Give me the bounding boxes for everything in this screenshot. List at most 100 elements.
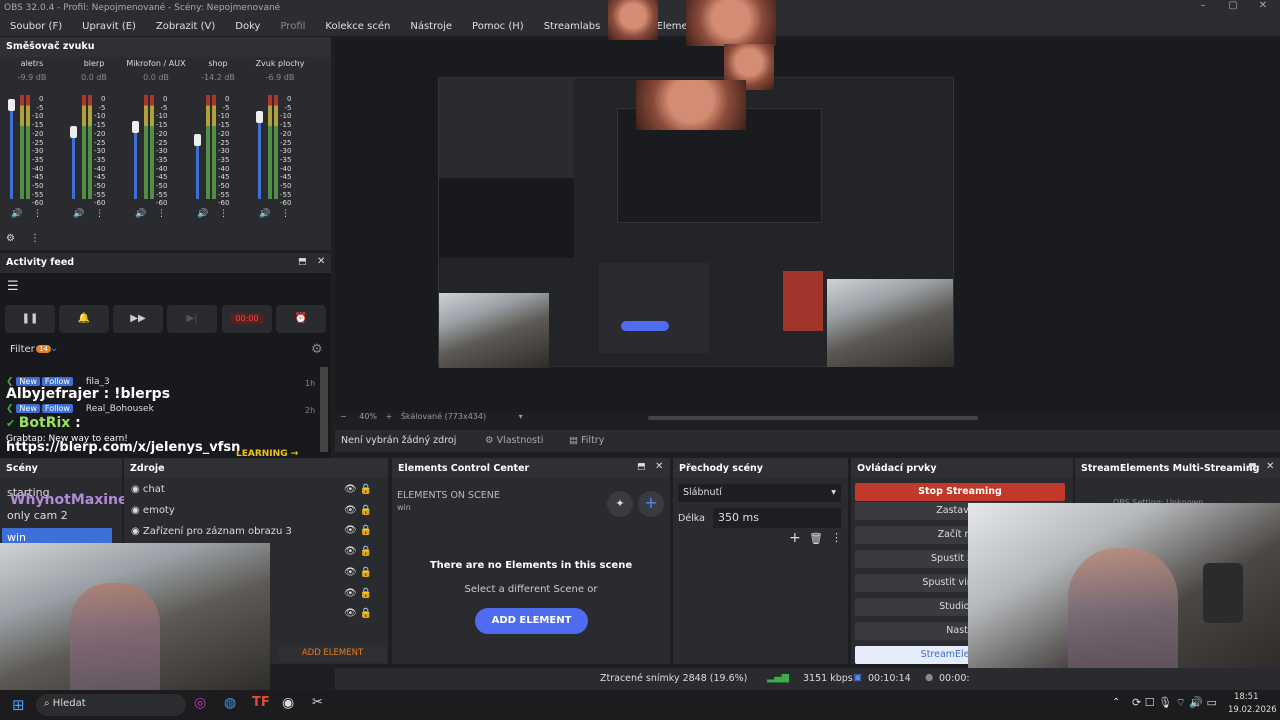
scene-item[interactable]: only cam 2: [7, 509, 68, 522]
chevron-down-icon[interactable]: ⌄: [50, 343, 58, 354]
duration-input[interactable]: 350 ms: [713, 508, 841, 528]
mute-icon[interactable]: 🔊: [11, 209, 22, 219]
skip-button[interactable]: ▶▶: [113, 305, 163, 333]
gear-icon[interactable]: ⚙: [311, 342, 323, 357]
lock-icon[interactable]: 🔒: [360, 505, 372, 516]
undock-icon[interactable]: ⬒: [1248, 462, 1257, 472]
fader-knob[interactable]: [8, 99, 15, 112]
windows-start-icon[interactable]: ⊞: [12, 696, 25, 714]
close-dock-icon[interactable]: ✕: [655, 461, 663, 472]
trash-icon[interactable]: 🗑: [809, 532, 823, 545]
volume-fader[interactable]: [134, 127, 137, 199]
volume-fader[interactable]: [258, 116, 261, 199]
zoom-out-icon[interactable]: −: [340, 412, 347, 421]
app-icon-5[interactable]: ✂: [312, 695, 323, 710]
maximize-icon[interactable]: ▢: [1218, 0, 1248, 16]
source-item[interactable]: ◉ emoty: [131, 505, 175, 516]
transition-select[interactable]: Slábnutí ▾: [678, 484, 841, 502]
tray-icons[interactable]: ⟳ ☐ 🎙 ⌔ 🔊 ▭: [1132, 696, 1217, 710]
eye-icon[interactable]: 👁: [344, 525, 357, 536]
taskbar-search[interactable]: ⌕ Hledat: [36, 694, 186, 716]
undock-icon[interactable]: ⬒: [637, 462, 646, 472]
volume-fader[interactable]: [10, 105, 13, 199]
minimize-icon[interactable]: –: [1188, 0, 1218, 16]
channel-menu-icon[interactable]: ⋮: [157, 209, 166, 219]
filter-label[interactable]: Filter: [10, 344, 35, 355]
lock-icon[interactable]: 🔒: [360, 546, 372, 557]
fader-knob[interactable]: [132, 121, 139, 134]
pause-button[interactable]: ❚❚: [5, 305, 55, 333]
close-dock-icon[interactable]: ✕: [1266, 461, 1274, 472]
bell-icon[interactable]: 🔔: [59, 305, 109, 333]
volume-fader[interactable]: [196, 139, 199, 199]
hamburger-icon[interactable]: ☰: [7, 279, 19, 294]
source-item[interactable]: ◉ Zařízení pro záznam obrazu 3: [131, 526, 292, 537]
zoom-controls[interactable]: − 40% + Škálované (773x434) ▾: [340, 412, 523, 421]
obs-icon[interactable]: ◉: [282, 695, 294, 711]
add-icon[interactable]: +: [638, 491, 664, 517]
mixer-settings-icon[interactable]: ⚙: [6, 233, 15, 244]
activity-scrollbar[interactable]: [320, 367, 328, 452]
fader-knob[interactable]: [194, 133, 201, 146]
channel-menu-icon[interactable]: ⋮: [95, 209, 104, 219]
source-name: emoty: [142, 505, 175, 516]
tray-chevron-icon[interactable]: ⌃: [1112, 697, 1120, 708]
close-dock-icon[interactable]: ✕: [317, 256, 325, 267]
eye-icon[interactable]: 👁: [344, 484, 357, 495]
scale-dropdown-icon[interactable]: ▾: [519, 412, 523, 421]
menu-streamlabs[interactable]: Streamlabs: [534, 21, 611, 32]
preview-scrollbar[interactable]: [648, 416, 978, 420]
fader-knob[interactable]: [70, 126, 77, 139]
eye-icon[interactable]: 👁: [344, 608, 357, 619]
lock-icon[interactable]: 🔒: [360, 588, 372, 599]
app-icon-1[interactable]: ◎: [194, 695, 206, 711]
skip-end-button[interactable]: ▶|: [167, 305, 217, 333]
source-name: Zařízení pro záznam obrazu 3: [142, 526, 292, 537]
sources-add-button[interactable]: ADD ELEMENT: [279, 645, 386, 662]
close-icon[interactable]: ✕: [1248, 0, 1278, 16]
search-icon: ⌕: [44, 698, 50, 709]
mute-icon[interactable]: 🔊: [197, 209, 208, 219]
undock-icon[interactable]: ⬒: [298, 257, 307, 267]
add-element-button[interactable]: ADD ELEMENT: [475, 608, 588, 634]
transition-type: Slábnutí: [683, 487, 722, 498]
mute-icon[interactable]: 🔊: [73, 209, 84, 219]
stop-streaming-button[interactable]: Stop Streaming: [855, 483, 1065, 501]
channel-menu-icon[interactable]: ⋮: [219, 209, 228, 219]
source-item[interactable]: ◉ chat: [131, 484, 165, 495]
menu-file[interactable]: Soubor (F): [0, 21, 72, 32]
lock-icon[interactable]: 🔒: [360, 525, 372, 536]
mute-icon[interactable]: 🔊: [135, 209, 146, 219]
fader-knob[interactable]: [256, 110, 263, 123]
menu-tools[interactable]: Nástroje: [400, 21, 462, 32]
mixer-menu-icon[interactable]: ⋮: [30, 233, 40, 244]
menu-view[interactable]: Zobrazit (V): [146, 21, 225, 32]
eye-icon[interactable]: 👁: [344, 505, 357, 516]
lock-icon[interactable]: 🔒: [360, 567, 372, 578]
menu-edit[interactable]: Upravit (E): [72, 21, 146, 32]
lock-icon[interactable]: 🔒: [360, 484, 372, 495]
lock-icon[interactable]: 🔒: [360, 608, 372, 619]
more-icon[interactable]: ⋮: [831, 531, 842, 544]
eye-icon[interactable]: 👁: [344, 546, 357, 557]
menu-help[interactable]: Pomoc (H): [462, 21, 534, 32]
menu-scene-collection[interactable]: Kolekce scén: [315, 21, 400, 32]
zoom-in-icon[interactable]: +: [386, 412, 393, 421]
menu-profile[interactable]: Profil: [270, 21, 315, 32]
properties-button[interactable]: ⚙ Vlastnosti: [485, 435, 543, 446]
app-icon-2[interactable]: ◍: [224, 695, 236, 711]
volume-fader[interactable]: [72, 132, 75, 199]
mute-icon[interactable]: 🔊: [259, 209, 270, 219]
filters-button[interactable]: ▤ Filtry: [569, 435, 604, 446]
alarm-icon[interactable]: ⏰: [276, 305, 326, 333]
sparkle-icon[interactable]: ✦: [607, 491, 633, 517]
timer-display[interactable]: 00:00: [222, 305, 272, 333]
eye-icon[interactable]: 👁: [344, 567, 357, 578]
menu-docks[interactable]: Doky: [225, 21, 270, 32]
activity-event[interactable]: ❮ New Follow Real_Bohousek: [6, 404, 154, 414]
channel-menu-icon[interactable]: ⋮: [281, 209, 290, 219]
app-icon-3[interactable]: TF: [252, 695, 270, 710]
eye-icon[interactable]: 👁: [344, 588, 357, 599]
channel-menu-icon[interactable]: ⋮: [33, 209, 42, 219]
add-icon[interactable]: +: [789, 530, 801, 546]
